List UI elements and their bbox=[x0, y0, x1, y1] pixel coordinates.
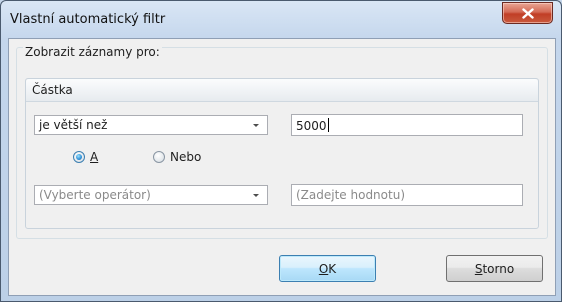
ok-button-label: OK bbox=[318, 261, 337, 276]
dialog-title: Vlastní automatický filtr bbox=[10, 12, 166, 27]
column-panel: Částka je větší než 5000 A Nebo (Vyberte… bbox=[25, 78, 539, 229]
operator-dropdown-2-placeholder: (Vyberte operátor) bbox=[39, 188, 151, 202]
value-input-1[interactable]: 5000 bbox=[291, 114, 523, 136]
filter-groupbox: Zobrazit záznamy pro: Částka je větší ne… bbox=[16, 45, 548, 239]
operator-dropdown-1-value: je větší než bbox=[39, 118, 108, 132]
or-radio[interactable]: Nebo bbox=[153, 150, 201, 164]
text-caret bbox=[327, 118, 329, 132]
title-bar[interactable]: Vlastní automatický filtr bbox=[1, 1, 561, 39]
dialog-body: Zobrazit záznamy pro: Částka je větší ne… bbox=[8, 38, 556, 296]
radio-unselected-icon bbox=[153, 151, 165, 163]
ok-button[interactable]: OK bbox=[279, 255, 376, 282]
dialog-window: Vlastní automatický filtr Zobrazit zázna… bbox=[0, 0, 562, 302]
close-button[interactable] bbox=[502, 2, 553, 24]
operator-dropdown-2[interactable]: (Vyberte operátor) bbox=[34, 185, 268, 205]
chevron-down-icon bbox=[253, 124, 259, 127]
and-radio[interactable]: A bbox=[73, 150, 98, 164]
cancel-button-label: Storno bbox=[474, 261, 515, 276]
or-radio-label: Nebo bbox=[170, 150, 202, 164]
groupbox-legend: Zobrazit záznamy pro: bbox=[23, 45, 162, 59]
column-header: Částka bbox=[26, 79, 538, 102]
operator-dropdown-1[interactable]: je větší než bbox=[34, 115, 268, 135]
value-input-1-text: 5000 bbox=[296, 118, 329, 133]
chevron-down-icon bbox=[253, 194, 259, 197]
radio-selected-icon bbox=[73, 151, 85, 163]
value-input-2[interactable]: (Zadejte hodnotu) bbox=[291, 184, 523, 206]
cancel-button[interactable]: Storno bbox=[446, 255, 543, 282]
and-radio-label: A bbox=[90, 150, 99, 164]
value-input-2-placeholder: (Zadejte hodnotu) bbox=[296, 188, 405, 202]
column-name: Částka bbox=[32, 83, 73, 97]
close-icon bbox=[521, 7, 534, 19]
